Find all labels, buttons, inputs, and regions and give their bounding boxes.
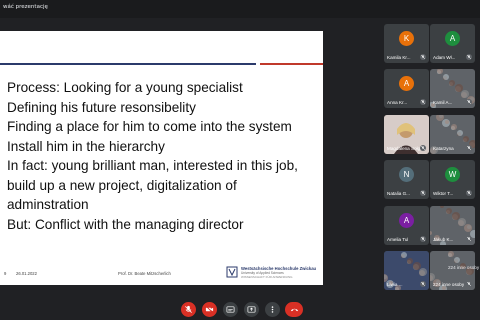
participant-mic-off-icon [420, 236, 426, 242]
participant-avatar: A [445, 31, 460, 46]
participant-tile[interactable]: Liwia ... [384, 251, 429, 290]
mic-off-icon [185, 305, 192, 313]
slide-header-rule [0, 63, 256, 65]
slide-line: build up a new project, digitalization o… [7, 177, 237, 193]
participant-avatar: K [399, 31, 414, 46]
participant-name: Kamil A... [433, 100, 453, 105]
participant-avatar: A [399, 213, 414, 228]
end-call-button[interactable] [285, 302, 303, 317]
participant-mic-off-icon [466, 236, 472, 242]
participant-name: Kamila Kr... [387, 55, 411, 60]
slide-line: But: Conflict with the managing director [7, 216, 244, 232]
participant-mic-off-icon [420, 281, 426, 287]
participant-mic-off-icon [466, 190, 472, 196]
university-logo-icon [226, 266, 238, 278]
participant-name: Anna Kr... [387, 100, 408, 105]
call-controls [0, 290, 480, 320]
participant-mic-off-icon [420, 145, 426, 151]
slide-line: In fact: young brilliant man, interested… [7, 158, 298, 173]
slide-footer: 9 26.01.2022 Prof. Dr. Beate Mitzscherli… [0, 261, 323, 285]
participant-tile[interactable]: Magdalena Sołgała [384, 115, 429, 154]
camera-off-icon [205, 306, 214, 313]
participant-tile[interactable]: N Natalia G... [384, 160, 429, 199]
participant-mic-off-icon [466, 145, 472, 151]
participant-tile[interactable]: 224 inne osoby [430, 251, 475, 290]
present-icon [247, 306, 256, 313]
participant-name: Adam Wł... [433, 55, 456, 60]
participant-name: Liwia ... [387, 282, 403, 287]
participant-name: Magdalena Sołgała [387, 146, 421, 151]
others-count[interactable]: 224 inne osoby [448, 265, 479, 270]
participant-tile[interactable]: A Amelia Tul [384, 206, 429, 245]
participant-name: Wiktor T... [433, 191, 454, 196]
presentation-title[interactable]: wáć prezentację [3, 4, 48, 10]
presentation-bar: wáć prezentację [0, 0, 480, 18]
slide-header-accent [260, 63, 323, 65]
participant-tile[interactable]: K Kamila Kr... [384, 24, 429, 63]
participant-name: Amelia Tul [387, 237, 409, 242]
participant-tile[interactable]: Jakub K... [430, 206, 475, 245]
participant-name: Jakub K... [433, 237, 454, 242]
participant-tile[interactable]: W Wiktor T... [430, 160, 475, 199]
captions-button[interactable] [223, 302, 238, 317]
mic-toggle-button[interactable] [181, 302, 196, 317]
participant-mic-off-icon [420, 190, 426, 196]
slide-content: Process: Looking for a young specialist … [7, 78, 323, 234]
slide-line: Install him in the hierarchy [7, 138, 165, 154]
participant-mic-off-icon [420, 99, 426, 105]
participant-mic-off-icon [466, 281, 472, 287]
participant-tile[interactable]: Kamil A... [430, 69, 475, 108]
present-button[interactable] [244, 302, 259, 317]
camera-toggle-button[interactable] [202, 302, 217, 317]
slide-line: Finding a place for him to come into the… [7, 119, 292, 134]
participant-name: Katarzyna [433, 146, 454, 151]
participant-tile[interactable]: A Adam Wł... [430, 24, 475, 63]
participant-tile[interactable]: A Anna Kr... [384, 69, 429, 108]
slide-presenter: Prof. Dr. Beate Mitzscherlich [118, 271, 171, 276]
slide-date: 26.01.2022 [16, 271, 37, 276]
participant-avatar: W [445, 167, 460, 182]
participant-avatar: N [399, 167, 414, 182]
participant-mic-off-icon [420, 54, 426, 60]
end-call-icon [290, 308, 298, 312]
slide-page-number: 9 [4, 271, 7, 276]
slide-line: Defining his future resonsibelity [7, 99, 196, 115]
participant-mic-off-icon [466, 54, 472, 60]
participant-mic-off-icon [466, 99, 472, 105]
captions-icon [226, 306, 235, 313]
participant-avatar: A [399, 76, 414, 91]
university-tagline: WISSENSCHAFT FÜR ANWENDUNG [241, 275, 293, 279]
participant-tile[interactable]: Katarzyna [430, 115, 475, 154]
shared-slide: Process: Looking for a young specialist … [0, 31, 323, 285]
participant-name: 224 inne osoby [433, 282, 465, 287]
more-icon [271, 306, 274, 313]
more-options-button[interactable] [265, 302, 280, 317]
participant-name: Natalia G... [387, 191, 410, 196]
slide-line: adminstration [7, 197, 89, 212]
slide-line: Process: Looking for a young specialist [7, 80, 243, 95]
